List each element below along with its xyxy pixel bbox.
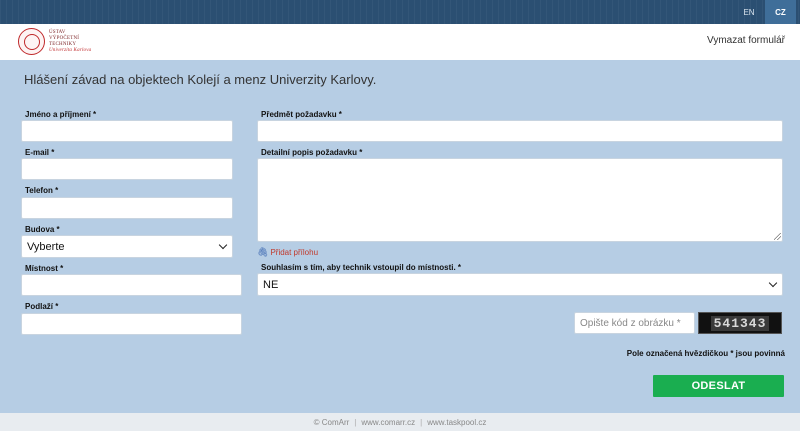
paperclip-icon: 🖇 [257,247,269,257]
clear-form-link[interactable]: Vymazat formulář [707,35,785,46]
consent-label: Souhlasím s tím, aby technik vstoupil do… [261,263,462,272]
add-attachment-link[interactable]: 🖇 Přidat přílohu [257,247,318,258]
taskpool-link[interactable]: www.taskpool.cz [427,418,486,427]
room-input[interactable] [21,274,242,296]
language-cz-link[interactable]: CZ [765,0,796,24]
email-input[interactable] [21,158,233,180]
email-label: E-mail * [25,148,55,157]
building-label: Budova * [25,225,60,234]
consent-select[interactable]: NE [257,273,783,296]
footer-separator: | [354,417,357,427]
room-label: Místnost * [25,264,64,273]
copyright-text: © ComArr [313,417,350,427]
comarr-link[interactable]: www.comarr.cz [361,418,415,427]
captcha-code: 541343 [710,315,770,331]
subject-label: Předmět požadavku * [261,110,342,119]
top-bar: EN CZ [0,0,800,24]
logo[interactable]: ÚSTAV VÝPOČETNÍ TECHNIKY Univerzita Karl… [18,27,100,56]
logo-text: ÚSTAV VÝPOČETNÍ TECHNIKY Univerzita Karl… [49,29,92,53]
chevron-down-icon [218,240,228,249]
header: ÚSTAV VÝPOČETNÍ TECHNIKY Univerzita Karl… [0,24,800,60]
phone-input[interactable] [21,197,233,219]
name-label: Jméno a příjmení * [25,110,97,119]
add-attachment-label: Přidat přílohu [270,248,319,257]
university-seal-icon [18,28,45,55]
name-input[interactable] [21,120,233,142]
phone-label: Telefon * [25,186,59,195]
consent-select-value: NE [263,278,279,291]
description-label: Detailní popis požadavku * [261,148,363,157]
required-fields-note: Pole označená hvězdičkou * jsou povinná [626,349,785,358]
building-select-value: Vyberte [27,240,65,253]
resize-handle-icon[interactable] [774,233,781,240]
page-title: Hlášení závad na objektech Kolejí a menz… [24,72,377,87]
language-en-link[interactable]: EN [734,0,764,24]
floor-input[interactable] [21,313,242,335]
chevron-down-icon [768,278,778,287]
submit-button[interactable]: ODESLAT [653,375,784,397]
captcha-input[interactable]: Opište kód z obrázku * [574,312,695,334]
subject-input[interactable] [257,120,783,142]
footer-separator: | [420,417,423,427]
description-textarea[interactable] [257,158,783,242]
captcha-image: 541343 [698,312,782,334]
floor-label: Podlaží * [25,302,59,311]
building-select[interactable]: Vyberte [21,235,233,258]
footer: © ComArr | www.comarr.cz | www.taskpool.… [0,413,800,431]
